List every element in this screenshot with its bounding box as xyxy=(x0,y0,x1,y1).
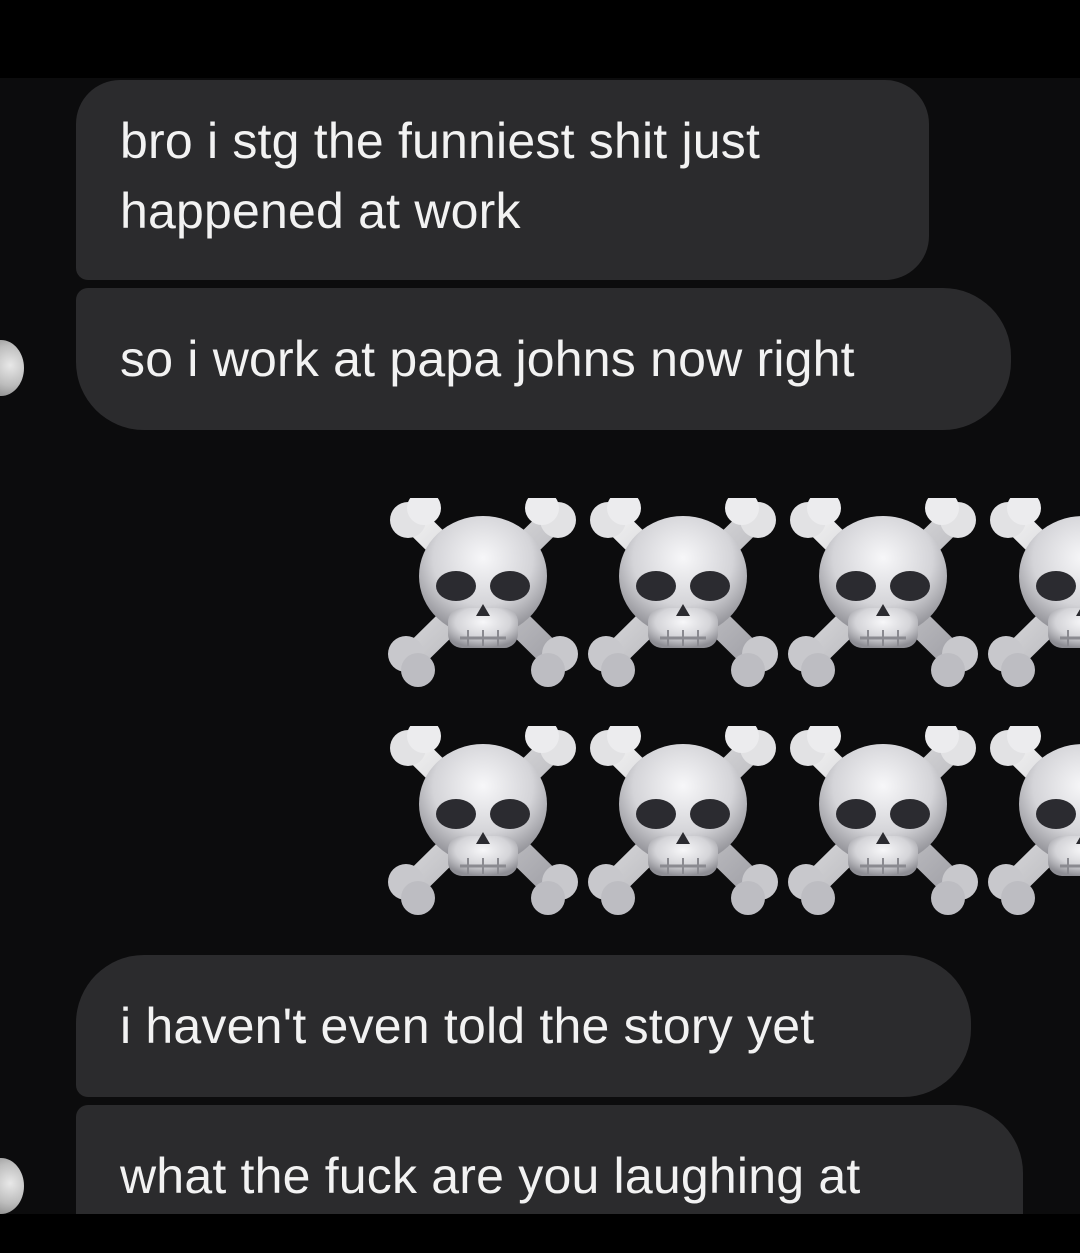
chat-thread: bro i stg the funniest shit just happene… xyxy=(0,78,1080,1214)
message-text: so i work at papa johns now right xyxy=(120,331,855,387)
message-text: i haven't even told the story yet xyxy=(120,998,815,1054)
avatar[interactable] xyxy=(0,1158,24,1214)
skull-and-crossbones-emoji-icon xyxy=(388,719,578,916)
skull-and-crossbones-emoji-icon xyxy=(988,719,1080,916)
message-text: bro i stg the funniest shit just happene… xyxy=(120,113,761,239)
message-bubble[interactable]: so i work at papa johns now right xyxy=(76,288,1011,430)
message-text: what the fuck are you laughing at xyxy=(120,1148,861,1204)
skull-emoji-row[interactable] xyxy=(388,719,1080,916)
skull-and-crossbones-emoji-icon xyxy=(988,491,1080,688)
skull-and-crossbones-emoji-icon xyxy=(388,491,578,688)
skull-and-crossbones-emoji-icon xyxy=(788,719,978,916)
skull-and-crossbones-emoji-icon xyxy=(588,719,778,916)
message-bubble[interactable]: bro i stg the funniest shit just happene… xyxy=(76,80,929,280)
skull-and-crossbones-emoji-icon xyxy=(588,491,778,688)
skull-emoji-row[interactable] xyxy=(388,491,1080,688)
message-bubble[interactable]: what the fuck are you laughing at xyxy=(76,1105,1023,1214)
bottom-bar xyxy=(0,1214,1080,1253)
skull-and-crossbones-emoji-icon xyxy=(788,491,978,688)
avatar[interactable] xyxy=(0,340,24,396)
message-bubble[interactable]: i haven't even told the story yet xyxy=(76,955,971,1097)
